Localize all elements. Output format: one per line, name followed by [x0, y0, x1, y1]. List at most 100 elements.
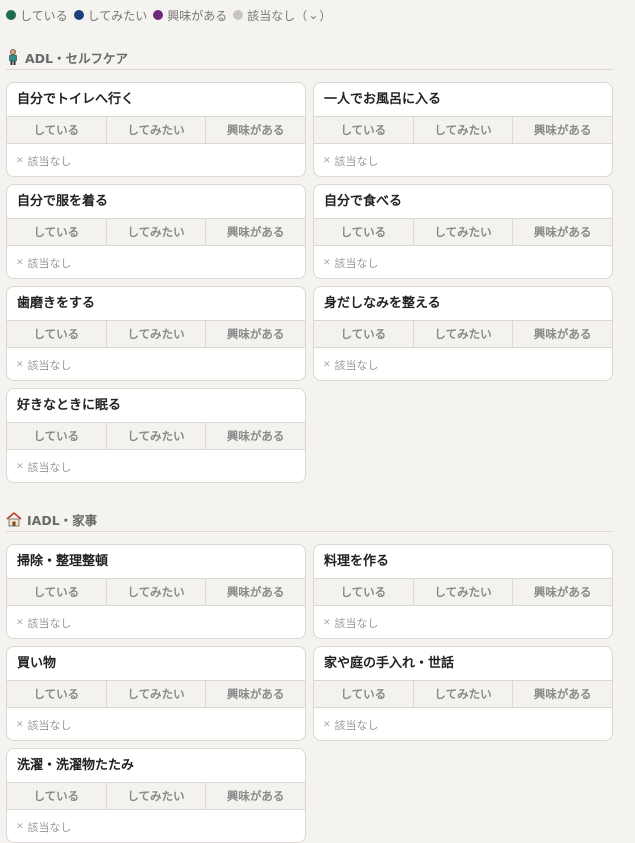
option-row: している してみたい 興味がある: [314, 320, 612, 348]
legend-suffix: ）: [319, 8, 332, 23]
section-title: IADL・家事: [27, 512, 98, 528]
close-icon: ✕: [323, 720, 331, 730]
option-interested-button[interactable]: 興味がある: [513, 321, 612, 347]
option-row: している してみたい 興味がある: [7, 578, 305, 606]
option-row: している してみたい 興味がある: [7, 320, 305, 348]
na-toggle[interactable]: ✕ 該当なし: [7, 708, 305, 740]
close-icon: ✕: [16, 720, 24, 730]
na-toggle[interactable]: ✕ 該当なし: [7, 810, 305, 842]
section-grid-adl: 自分でトイレへ行く している してみたい 興味がある ✕ 該当なし 一人でお風呂に入る してい…: [6, 82, 613, 483]
activity-title: 家や庭の手入れ・世話: [324, 656, 455, 671]
option-doing-button[interactable]: している: [7, 219, 107, 245]
option-want-button[interactable]: してみたい: [107, 579, 207, 605]
close-icon: ✕: [323, 156, 331, 166]
legend-label: 該当なし（: [247, 8, 308, 23]
activity-card: 身だしなみを整える している してみたい 興味がある ✕ 該当なし: [313, 286, 613, 381]
option-interested-button[interactable]: 興味がある: [513, 219, 612, 245]
option-interested-button[interactable]: 興味がある: [206, 681, 305, 707]
option-interested-button[interactable]: 興味がある: [206, 219, 305, 245]
option-want-button[interactable]: してみたい: [414, 117, 514, 143]
na-label: 該当なし: [27, 155, 72, 168]
option-doing-button[interactable]: している: [314, 681, 414, 707]
option-want-button[interactable]: してみたい: [107, 423, 207, 449]
option-want-button[interactable]: してみたい: [414, 681, 514, 707]
option-doing-button[interactable]: している: [7, 783, 107, 809]
option-row: している してみたい 興味がある: [7, 782, 305, 810]
close-icon: ✕: [16, 822, 24, 832]
na-toggle[interactable]: ✕ 該当なし: [7, 348, 305, 380]
option-doing-button[interactable]: している: [7, 321, 107, 347]
activity-title: 料理を作る: [324, 554, 390, 569]
option-want-button[interactable]: してみたい: [107, 117, 207, 143]
na-toggle[interactable]: ✕ 該当なし: [314, 708, 612, 740]
na-label: 該当なし: [334, 257, 379, 270]
legend-label: してみたい: [87, 8, 148, 23]
option-interested-button[interactable]: 興味がある: [206, 783, 305, 809]
option-row: している してみたい 興味がある: [7, 680, 305, 708]
option-interested-button[interactable]: 興味がある: [206, 423, 305, 449]
option-doing-button[interactable]: している: [314, 219, 414, 245]
doing-dot-icon: [6, 10, 16, 20]
activity-card: 洗濯・洗濯物たたみしている してみたい 興味がある ✕ 該当なし: [6, 748, 306, 843]
na-label: 該当なし: [27, 719, 72, 732]
person-icon: [9, 49, 17, 65]
option-want-button[interactable]: してみたい: [107, 681, 207, 707]
option-interested-button[interactable]: 興味がある: [513, 117, 612, 143]
option-want-button[interactable]: してみたい: [107, 219, 207, 245]
activity-title: 掃除・整理整頓: [17, 554, 109, 569]
na-label: 該当なし: [27, 617, 72, 630]
option-want-button[interactable]: してみたい: [107, 783, 207, 809]
na-label: 該当なし: [334, 155, 379, 168]
na-toggle[interactable]: ✕ 該当なし: [314, 606, 612, 638]
option-want-button[interactable]: してみたい: [107, 321, 207, 347]
close-icon: ✕: [323, 258, 331, 268]
activity-title: 歯磨きをする: [17, 296, 96, 311]
na-label: 該当なし: [27, 461, 72, 474]
na-toggle[interactable]: ✕ 該当なし: [7, 450, 305, 482]
close-icon: ✕: [16, 618, 24, 628]
option-row: している してみたい 興味がある: [314, 218, 612, 246]
activity-title: 自分でトイレへ行く: [17, 92, 135, 107]
option-want-button[interactable]: してみたい: [414, 321, 514, 347]
na-label: 該当なし: [27, 359, 72, 372]
option-interested-button[interactable]: 興味がある: [206, 117, 305, 143]
option-doing-button[interactable]: している: [7, 579, 107, 605]
activity-title: 一人でお風呂に入る: [324, 92, 442, 107]
section-grid-iadl: 掃除・整理整頓 している してみたい 興味がある ✕ 該当なし 料理を作る している してみたい…: [6, 544, 613, 843]
activity-card: 掃除・整理整頓 している してみたい 興味がある ✕ 該当なし: [6, 544, 306, 639]
option-row: している してみたい 興味がある: [7, 218, 305, 246]
activity-card: 自分で服を着る している してみたい 興味がある ✕ 該当なし: [6, 184, 306, 279]
option-doing-button[interactable]: している: [314, 579, 414, 605]
activity-title: 買い物: [17, 656, 57, 671]
option-row: している してみたい 興味がある: [314, 680, 612, 708]
option-interested-button[interactable]: 興味がある: [206, 579, 305, 605]
option-interested-button[interactable]: 興味がある: [513, 579, 612, 605]
legend-item-doing: している: [6, 7, 68, 24]
option-interested-button[interactable]: 興味がある: [206, 321, 305, 347]
option-doing-button[interactable]: している: [7, 681, 107, 707]
na-toggle[interactable]: ✕ 該当なし: [7, 144, 305, 176]
option-want-button[interactable]: してみたい: [414, 219, 514, 245]
na-label: 該当なし: [27, 257, 72, 270]
na-toggle[interactable]: ✕ 該当なし: [7, 246, 305, 278]
close-icon: ✕: [16, 258, 24, 268]
section-title: ADL・セルフケア: [25, 50, 129, 66]
na-toggle[interactable]: ✕ 該当なし: [314, 246, 612, 278]
close-icon: ✕: [323, 618, 331, 628]
option-doing-button[interactable]: している: [314, 117, 414, 143]
na-toggle[interactable]: ✕ 該当なし: [314, 144, 612, 176]
option-interested-button[interactable]: 興味がある: [513, 681, 612, 707]
section-header-iadl: IADL・家事: [6, 507, 613, 532]
legend-label: 興味がある: [167, 8, 228, 23]
option-doing-button[interactable]: している: [314, 321, 414, 347]
option-row: している してみたい 興味がある: [7, 116, 305, 144]
option-doing-button[interactable]: している: [7, 117, 107, 143]
activity-card: 自分でトイレへ行くしている してみたい 興味がある ✕ 該当なし: [6, 82, 306, 177]
na-toggle[interactable]: ✕ 該当なし: [7, 606, 305, 638]
legend-label: している: [20, 8, 68, 23]
activity-card: 好きなときに眠る している してみたい 興味がある ✕ 該当なし: [6, 388, 306, 483]
activity-title: 洗濯・洗濯物たたみ: [17, 758, 135, 773]
na-toggle[interactable]: ✕ 該当なし: [314, 348, 612, 380]
option-want-button[interactable]: してみたい: [414, 579, 514, 605]
option-doing-button[interactable]: している: [7, 423, 107, 449]
